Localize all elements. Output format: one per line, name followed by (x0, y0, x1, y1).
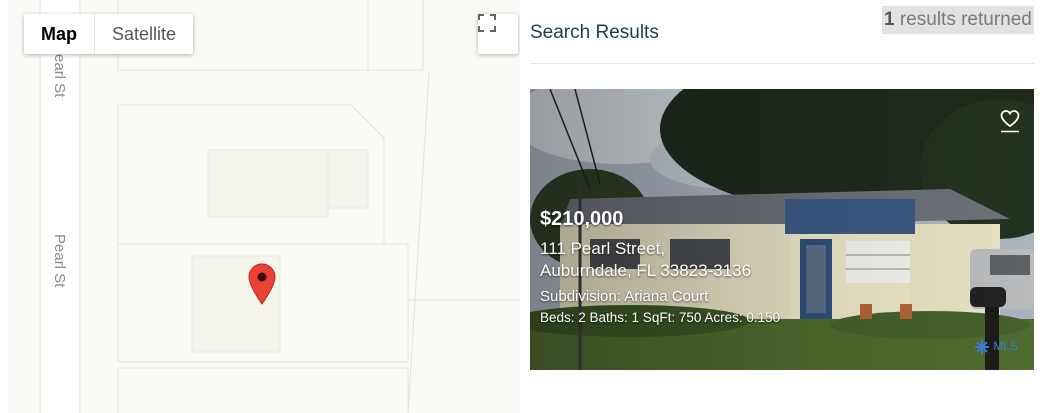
results-title: Search Results (530, 22, 659, 43)
satellite-button[interactable]: Satellite (95, 14, 193, 54)
mls-logo: MLS (974, 339, 1018, 355)
map-marker-icon[interactable] (248, 263, 276, 305)
mls-logo-icon (975, 340, 989, 354)
divider (530, 63, 1034, 64)
fullscreen-button[interactable] (478, 14, 518, 54)
map-type-control: Map Satellite (24, 14, 194, 54)
page: Pearl St Pearl St Map Satellite Search R… (0, 0, 1057, 413)
favorite-button[interactable] (1000, 109, 1020, 133)
map-button[interactable]: Map (24, 14, 94, 54)
street-label: Pearl St (51, 234, 68, 288)
listing-specs: Beds: 2 Baths: 1 SqFt: 750 Acres: 0.150 (540, 310, 781, 325)
fullscreen-icon (478, 14, 496, 32)
map-view[interactable]: Pearl St Pearl St Map Satellite (8, 0, 520, 413)
listing-address-line1[interactable]: 111 Pearl Street, (540, 239, 665, 259)
listing-subdivision: Subdivision: Ariana Court (540, 288, 709, 305)
mls-logo-text: MLS (993, 339, 1019, 354)
map-streets (39, 0, 520, 413)
results-count-suffix: results returned (894, 9, 1032, 30)
listing-price: $210,000 (540, 208, 624, 230)
listing-card[interactable]: $210,000 111 Pearl Street, Auburndale, F… (530, 89, 1034, 370)
results-count-number: 1 (884, 9, 895, 30)
listing-address-line2[interactable]: Auburndale, FL 33823-3136 (540, 261, 751, 281)
results-count: 1 results returned (882, 6, 1034, 34)
heart-icon (1000, 110, 1020, 133)
